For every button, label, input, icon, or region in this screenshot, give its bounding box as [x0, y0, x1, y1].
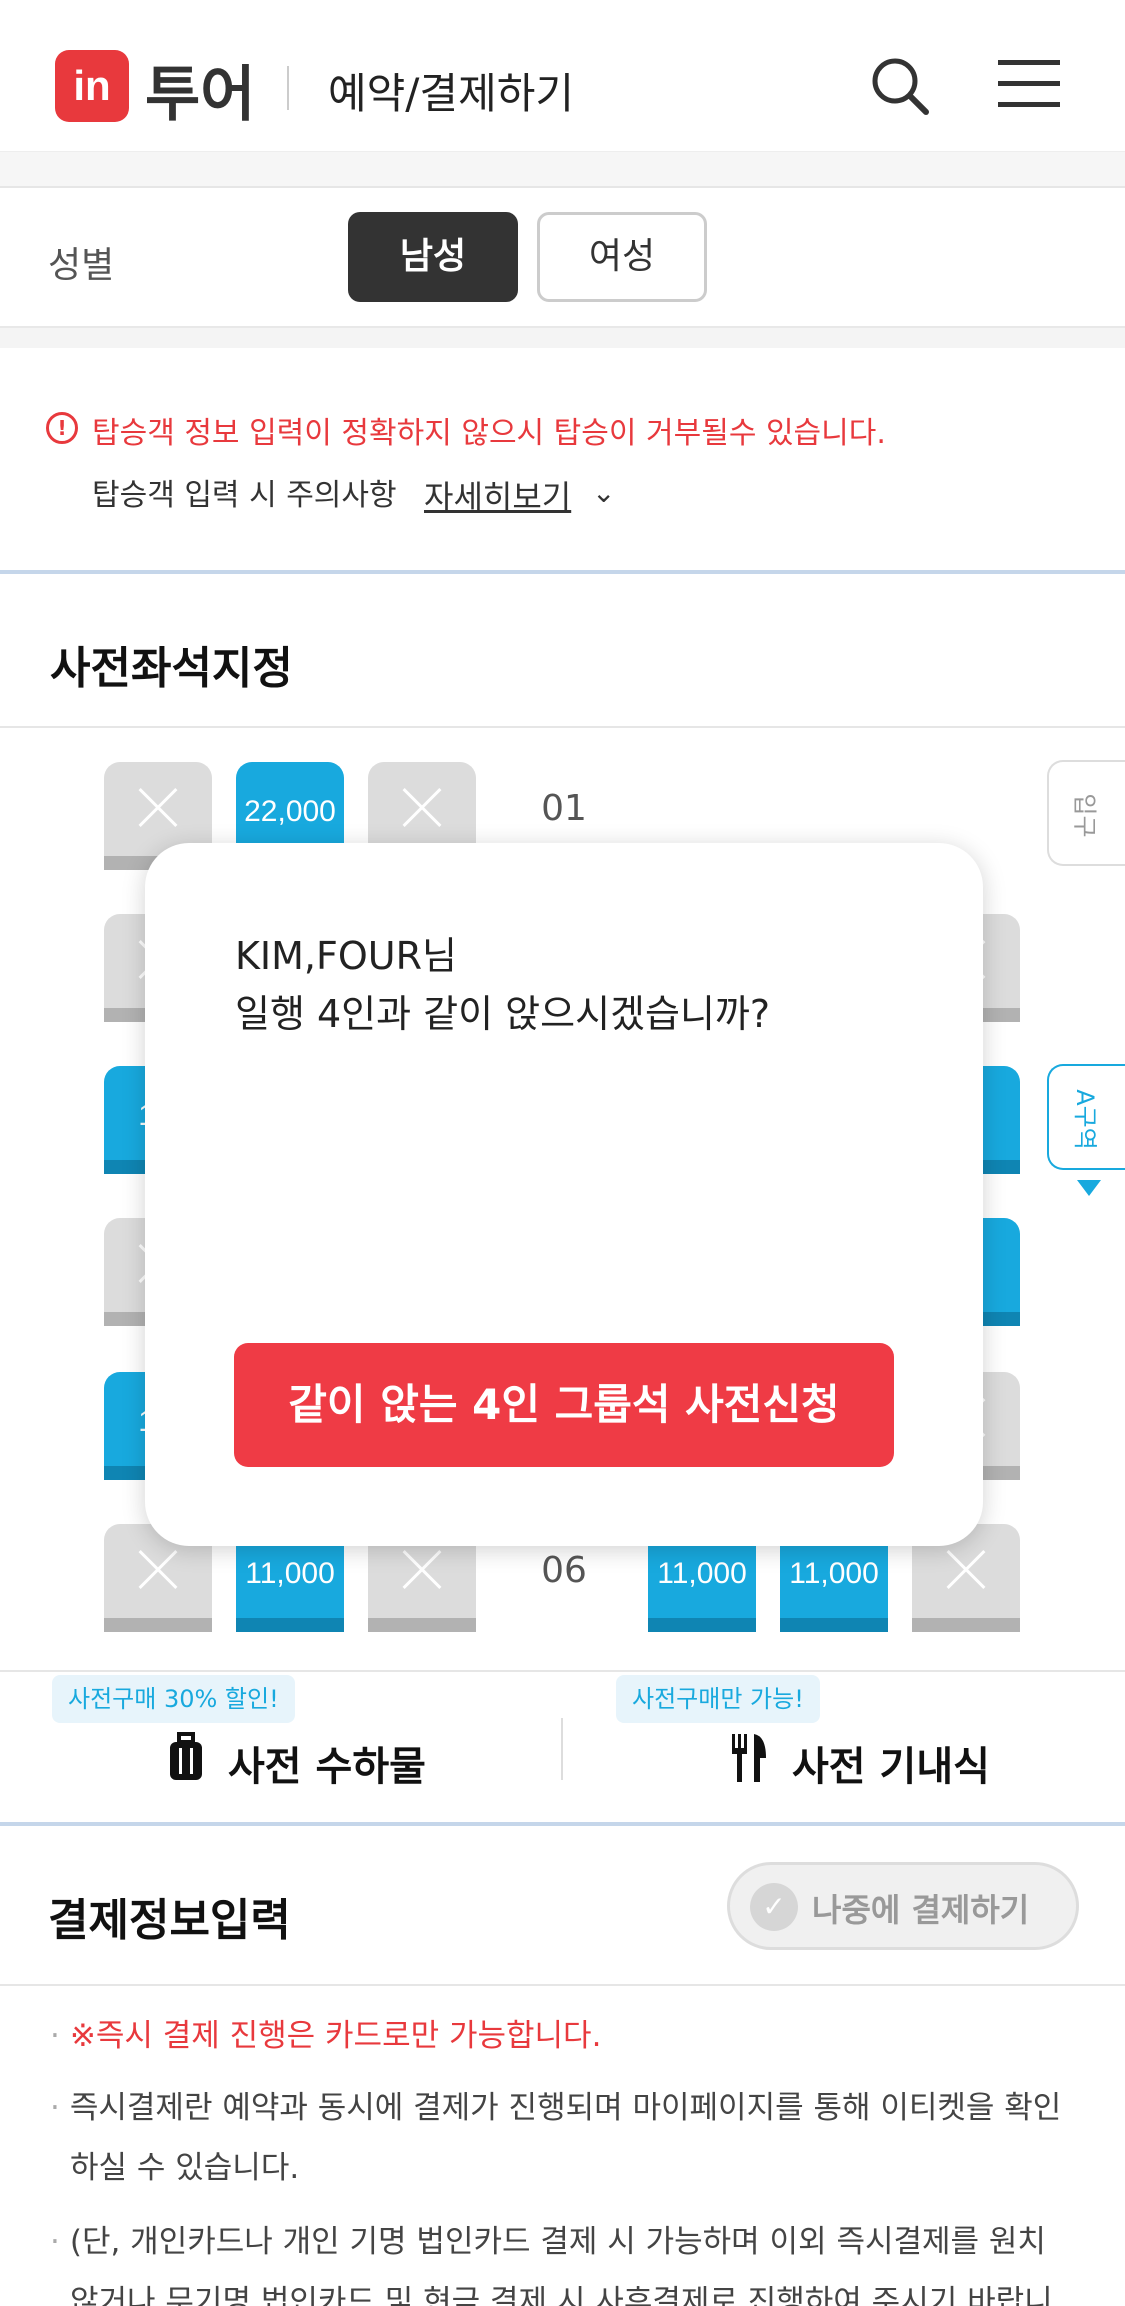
- chevron-down-icon[interactable]: ⌄: [592, 476, 615, 509]
- gender-male-button[interactable]: 남성: [348, 212, 518, 302]
- warning-subtitle: 탑승객 입력 시 주의사항: [92, 478, 397, 513]
- warning-text: 탑승객 정보 입력이 정확하지 않으시 탑승이 거부될수 있습니다.: [92, 416, 886, 451]
- details-link[interactable]: 자세히보기: [424, 472, 571, 518]
- page-title: 예약/결제하기: [328, 69, 574, 118]
- entrance-tab[interactable]: 입구: [1047, 760, 1125, 866]
- zone-a-tab[interactable]: A구역: [1047, 1064, 1125, 1170]
- payment-title: 결제정보입력: [48, 1895, 291, 1946]
- fork-knife-icon: [732, 1734, 766, 1782]
- seat-section-title: 사전좌석지정: [50, 643, 293, 694]
- row-number: 01: [541, 788, 587, 829]
- section-gap: [0, 152, 1125, 188]
- modal-question: 일행 4인과 같이 앉으시겠습니까?: [235, 992, 771, 1036]
- gender-label: 성별: [48, 245, 115, 286]
- payment-notes: · ※즉시 결제 진행은 카드로만 가능합니다. · 즉시결제란 예약과 동시에 결…: [0, 1986, 1125, 2306]
- caret-down-icon: [1077, 1180, 1101, 1196]
- meal-prepurchase-badge: 사전구매만 가능!: [616, 1675, 820, 1723]
- divider: [561, 1718, 563, 1780]
- row-number: 06: [541, 1550, 587, 1591]
- modal-passenger-name: KIM,FOUR님: [235, 934, 457, 978]
- note-item: · 즉시결제란 예약과 동시에 결제가 진행되며 마이페이지를 통해 이티켓을 확…: [50, 2090, 1062, 2186]
- gender-female-button[interactable]: 여성: [537, 212, 707, 302]
- app-header: in 투어 예약/결제하기: [0, 0, 1125, 152]
- gender-row: 성별 남성 여성: [0, 188, 1125, 328]
- passenger-warning: ! 탑승객 정보 입력이 정확하지 않으시 탑승이 거부될수 있습니다. 탑승객…: [0, 348, 1125, 574]
- alert-icon: !: [46, 412, 78, 444]
- brand-name[interactable]: 투어: [145, 46, 255, 133]
- payment-header: 결제정보입력 ✓ 나중에 결제하기: [0, 1826, 1125, 1986]
- section-gap: [0, 328, 1125, 348]
- note-item: · (단, 개인카드나 개인 기명 법인카드 결제 시 가능하며 이외 즉시결제를…: [50, 2224, 1053, 2306]
- menu-icon[interactable]: [998, 58, 1060, 110]
- group-seat-apply-button[interactable]: 같이 앉는 4인 그룹석 사전신청: [234, 1343, 894, 1467]
- note-item: · ※즉시 결제 진행은 카드로만 가능합니다.: [50, 2018, 602, 2054]
- search-icon[interactable]: [868, 54, 932, 118]
- prepaid-baggage-button[interactable]: 사전 수하물: [228, 1734, 426, 1792]
- baggage-discount-badge: 사전구매 30% 할인!: [52, 1675, 295, 1723]
- header-divider: [287, 66, 289, 110]
- check-icon: ✓: [750, 1883, 798, 1931]
- pay-later-label: 나중에 결제하기: [812, 1891, 1030, 1929]
- extras-bar: 사전구매 30% 할인! 사전 수하물 사전구매만 가능! 사전 기내식: [0, 1670, 1125, 1826]
- pay-later-toggle[interactable]: ✓ 나중에 결제하기: [727, 1862, 1079, 1950]
- logo[interactable]: in: [55, 50, 129, 122]
- group-seat-modal: KIM,FOUR님 일행 4인과 같이 앉으시겠습니까? 같이 앉는 4인 그룹…: [145, 843, 983, 1546]
- luggage-icon: [170, 1732, 202, 1780]
- prepaid-meal-button[interactable]: 사전 기내식: [792, 1734, 990, 1792]
